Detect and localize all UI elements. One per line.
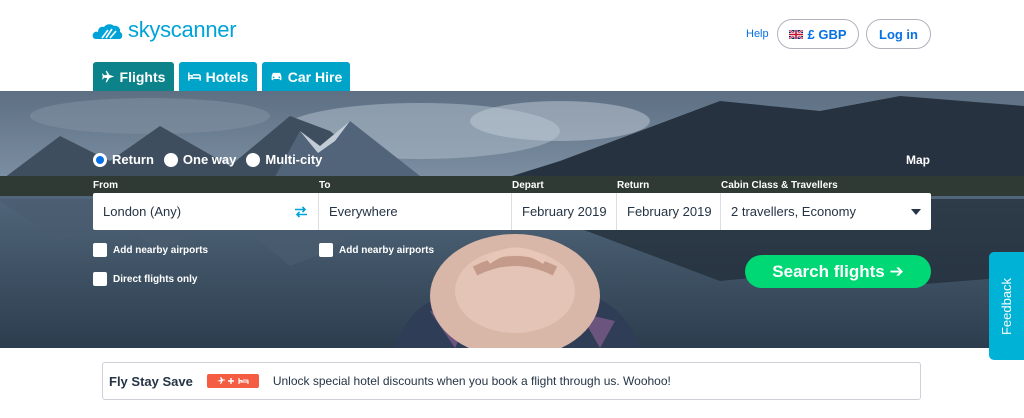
page: skyscanner Help £ GBP Log in Flights Hot… [0,0,1024,418]
uk-flag-icon [789,29,804,39]
add-nearby-to-label: Add nearby airports [339,244,435,256]
to-value: Everywhere [329,204,398,219]
from-value: London (Any) [103,204,182,219]
map-link[interactable]: Map [906,153,930,167]
login-button[interactable]: Log in [866,19,931,49]
plane-plus-bed-icon [206,374,259,388]
banner-title: Fly Stay Save [109,373,193,389]
add-nearby-to-checkbox[interactable]: Add nearby airports [319,243,434,257]
checkbox-box[interactable] [93,243,107,257]
banner-text: Unlock special hotel discounts when you … [272,374,671,388]
radio-return-dot[interactable] [93,152,107,167]
radio-one-way[interactable]: One way [163,152,237,167]
return-label: Return [617,180,650,191]
tab-hotels[interactable]: Hotels [179,62,257,91]
cloud-logo-icon [92,24,123,39]
checkbox-box[interactable] [93,272,107,286]
depart-label: Depart [512,180,544,191]
direct-flights-checkbox[interactable]: Direct flights only [93,272,197,286]
cabin-label: Cabin Class & Travellers [721,180,838,191]
logo-text: skyscanner [128,17,237,42]
radio-return[interactable]: Return [93,152,154,167]
add-nearby-from-checkbox[interactable]: Add nearby airports [93,243,208,257]
bed-icon [187,72,201,81]
from-field[interactable]: London (Any) [93,193,319,230]
cabin-travellers-field[interactable]: 2 travellers, Economy [721,193,931,230]
help-link[interactable]: Help [746,28,769,40]
radio-multi-city-dot[interactable] [246,152,261,167]
direct-flights-label: Direct flights only [113,273,198,285]
checkbox-box[interactable] [319,243,333,257]
fly-stay-save-banner[interactable]: Fly Stay Save Unlock special hotel disco… [102,362,921,400]
currency-button[interactable]: £ GBP [777,19,859,49]
tab-flights-label: Flights [119,68,166,85]
depart-field[interactable]: February 2019 [512,193,617,230]
cabin-value: 2 travellers, Economy [731,204,856,219]
radio-one-way-label: One way [182,152,237,167]
from-label: From [93,180,118,191]
return-field[interactable]: February 2019 [617,193,721,230]
car-icon [271,72,282,81]
feedback-label: Feedback [999,277,1014,335]
tab-car-hire[interactable]: Car Hire [262,62,350,91]
chevron-down-icon [911,208,921,215]
tab-flights[interactable]: Flights [93,62,174,91]
search-bar: London (Any) Everywhere February 2019 Fe… [93,193,931,230]
trip-type-selector: Return One way Multi-city [93,152,332,167]
search-flights-label: Search flights ➔ [772,261,904,281]
login-label: Log in [879,26,918,42]
radio-multi-city-label: Multi-city [265,152,323,167]
depart-value: February 2019 [522,204,607,219]
feedback-tab[interactable]: Feedback [989,252,1024,360]
currency-label: £ GBP [807,26,847,42]
radio-multi-city[interactable]: Multi-city [246,152,322,167]
to-label: To [319,180,331,191]
skyscanner-logo[interactable]: skyscanner [92,17,237,43]
return-value: February 2019 [627,204,712,219]
radio-return-label: Return [112,152,154,167]
add-nearby-from-label: Add nearby airports [113,244,209,256]
radio-one-way-dot[interactable] [163,152,178,167]
tab-car-hire-label: Car Hire [287,68,343,85]
plane-icon [101,70,114,83]
search-flights-button[interactable]: Search flights ➔ [745,255,931,288]
to-field[interactable]: Everywhere [319,193,512,230]
tab-hotels-label: Hotels [205,68,249,85]
swap-icon[interactable] [294,205,308,218]
